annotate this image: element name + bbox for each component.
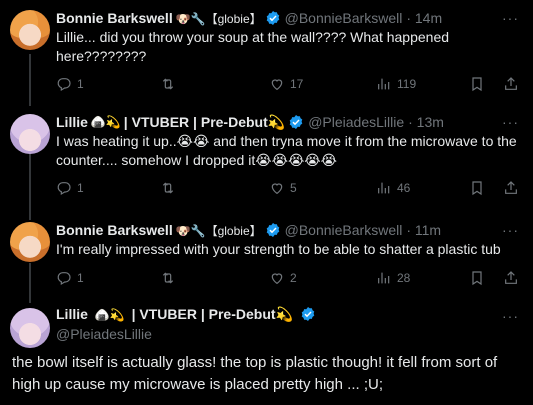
view-count: 28: [397, 271, 411, 285]
avatar[interactable]: [10, 308, 50, 348]
verified-badge-icon: [266, 223, 279, 237]
name-emoji: 🐶🔧【globie】: [175, 223, 262, 238]
bookmark-button[interactable]: [469, 270, 485, 286]
name-emoji: 🍙💫: [94, 308, 125, 322]
share-button[interactable]: [503, 270, 519, 286]
tweet-text: I was heating it up..😭😭 and then tryna m…: [56, 133, 517, 168]
timestamp[interactable]: · 13m: [408, 114, 444, 130]
like-button[interactable]: 5: [269, 180, 297, 196]
verified-badge-icon: [266, 11, 279, 25]
like-button[interactable]: 2: [269, 270, 297, 286]
display-name[interactable]: Lillie: [56, 114, 88, 130]
user-handle[interactable]: @PleiadesLillie: [56, 326, 152, 342]
tweet-header: Lillie 🍙💫 | VTUBER | Pre-Debut💫: [56, 306, 316, 323]
tweet-header: Bonnie Barkswell 🐶🔧【globie】 @BonnieBarks…: [56, 8, 442, 28]
tweet-header: Lillie 🍙💫 | VTUBER | Pre-Debut💫 @Pleiade…: [56, 112, 444, 132]
display-name[interactable]: Lillie: [56, 306, 88, 322]
avatar[interactable]: [10, 222, 50, 262]
name-emoji: 🍙💫: [90, 115, 121, 129]
like-count: 17: [290, 77, 304, 91]
verified-badge-icon: [301, 307, 315, 321]
tweet-header: Bonnie Barkswell 🐶🔧【globie】 @BonnieBarks…: [56, 220, 441, 240]
reply-button[interactable]: 1: [56, 270, 84, 286]
timestamp[interactable]: · 11m: [406, 222, 441, 238]
timestamp[interactable]: · 14m: [406, 10, 442, 26]
reply-icon: [57, 78, 71, 92]
reply-count: 1: [77, 271, 84, 285]
display-name-suffix[interactable]: | VTUBER | Pre-Debut💫: [132, 306, 293, 322]
reply-icon: [57, 272, 71, 286]
reply-icon: [57, 182, 71, 196]
views-button[interactable]: 28: [376, 270, 410, 286]
avatar[interactable]: [10, 10, 50, 50]
like-count: 5: [290, 181, 297, 195]
retweet-icon: [162, 272, 174, 284]
views-icon: [378, 182, 390, 194]
share-icon: [505, 181, 517, 194]
more-icon[interactable]: ···: [502, 10, 519, 26]
like-count: 2: [290, 271, 297, 285]
more-icon[interactable]: ···: [502, 114, 519, 130]
user-handle[interactable]: @BonnieBarkswell: [285, 222, 403, 238]
view-count: 119: [397, 77, 417, 91]
heart-icon: [271, 273, 283, 285]
retweet-icon: [162, 78, 174, 90]
retweet-button[interactable]: [160, 180, 181, 196]
bookmark-icon: [472, 181, 482, 196]
bookmark-button[interactable]: [469, 180, 485, 196]
retweet-icon: [162, 182, 174, 194]
view-count: 46: [397, 181, 411, 195]
more-icon[interactable]: ···: [502, 222, 519, 238]
tweet[interactable]: Lillie 🍙💫 | VTUBER | Pre-Debut💫 @Pleiade…: [0, 112, 533, 202]
display-name[interactable]: Bonnie Barkswell: [56, 222, 173, 238]
views-icon: [378, 78, 390, 90]
main-tweet[interactable]: Lillie 🍙💫 | VTUBER | Pre-Debut💫 @Pleiade…: [0, 306, 533, 405]
tweet-text: Lillie... did you throw your soup at the…: [56, 29, 450, 64]
user-handle[interactable]: @PleiadesLillie: [308, 114, 404, 130]
heart-icon: [271, 183, 283, 195]
more-icon[interactable]: ···: [502, 308, 519, 324]
views-button[interactable]: 119: [376, 76, 416, 92]
like-button[interactable]: 17: [269, 76, 303, 92]
name-emoji: 🐶🔧【globie】: [175, 11, 262, 26]
views-button[interactable]: 46: [376, 180, 410, 196]
reply-count: 1: [77, 181, 84, 195]
tweet[interactable]: Bonnie Barkswell 🐶🔧【globie】 @BonnieBarks…: [0, 8, 533, 98]
tweet[interactable]: Bonnie Barkswell 🐶🔧【globie】 @BonnieBarks…: [0, 220, 533, 292]
avatar[interactable]: [10, 114, 50, 154]
share-button[interactable]: [503, 180, 519, 196]
reply-button[interactable]: 1: [56, 76, 84, 92]
bookmark-button[interactable]: [469, 76, 485, 92]
reply-button[interactable]: 1: [56, 180, 84, 196]
share-icon: [505, 271, 517, 284]
retweet-button[interactable]: [160, 270, 181, 286]
heart-icon: [271, 79, 283, 91]
views-icon: [378, 272, 390, 284]
verified-badge-icon: [289, 115, 303, 129]
display-name-suffix[interactable]: | VTUBER | Pre-Debut💫: [124, 114, 285, 131]
retweet-button[interactable]: [160, 76, 181, 92]
reply-count: 1: [77, 77, 84, 91]
display-name[interactable]: Bonnie Barkswell: [56, 10, 173, 26]
tweet-text: I'm really impressed with your strength …: [56, 241, 501, 257]
bookmark-icon: [472, 77, 482, 92]
tweet-text: the bowl itself is actually glass! the t…: [12, 354, 498, 393]
user-handle[interactable]: @BonnieBarkswell: [285, 10, 403, 26]
bookmark-icon: [472, 271, 482, 286]
tweet-actions: 1 5 46: [56, 180, 521, 196]
share-icon: [505, 77, 517, 90]
share-button[interactable]: [503, 76, 519, 92]
tweet-actions: 1 2 28: [56, 270, 521, 286]
tweet-actions: 1 17 119: [56, 76, 521, 92]
